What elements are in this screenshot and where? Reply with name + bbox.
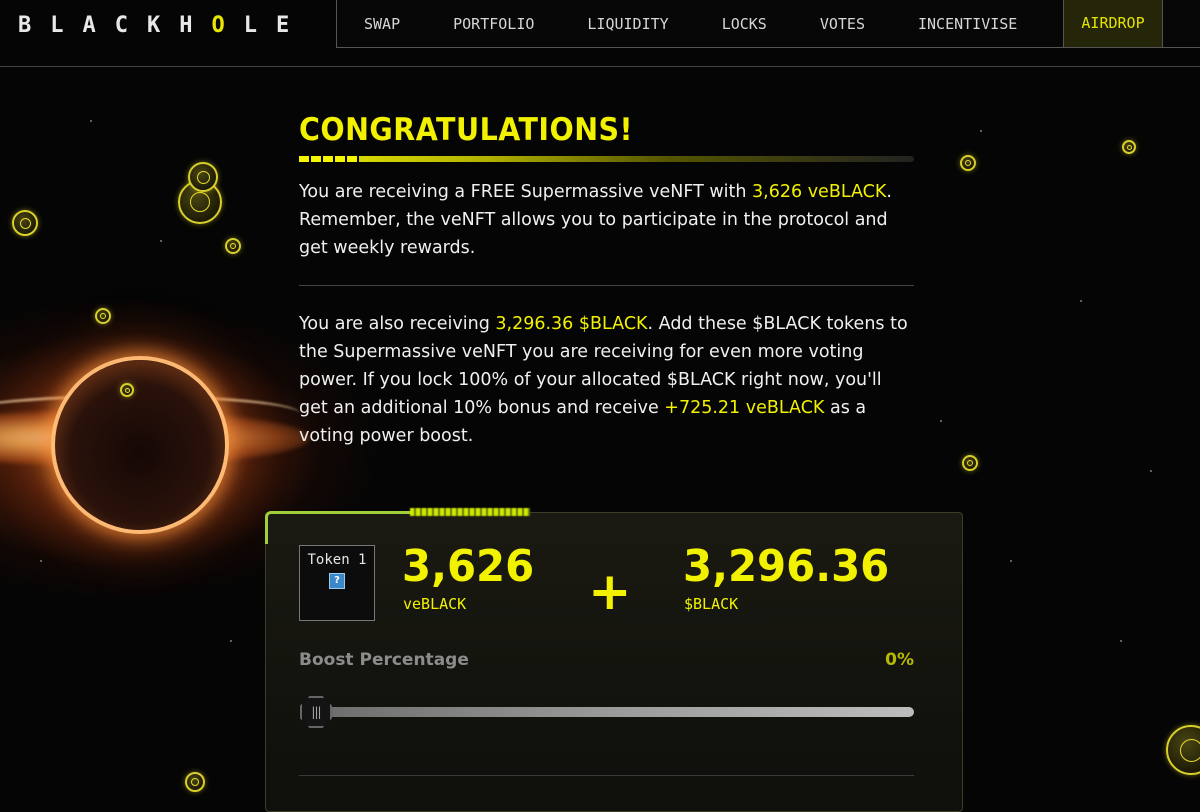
coin-icon xyxy=(960,155,976,171)
title-underline xyxy=(299,156,914,162)
section-divider xyxy=(299,285,914,286)
star xyxy=(980,130,982,132)
nav-liquidity[interactable]: LIQUIDITY xyxy=(587,0,668,48)
star xyxy=(940,420,942,422)
venft-description: You are receiving a FREE Supermassive ve… xyxy=(299,178,914,262)
star xyxy=(1010,560,1012,562)
nav-airdrop[interactable]: AIRDROP xyxy=(1063,0,1163,48)
logo-text-end: LE xyxy=(243,12,309,38)
coin-icon xyxy=(962,455,978,471)
black-unit: $BLACK xyxy=(684,595,739,613)
star xyxy=(1150,470,1152,472)
token-placeholder-icon: ? xyxy=(329,573,345,589)
star xyxy=(90,120,92,122)
header-divider xyxy=(0,66,1200,67)
main-nav: SWAP PORTFOLIO LIQUIDITY LOCKS VOTES INC… xyxy=(336,0,1200,48)
nav-portfolio[interactable]: PORTFOLIO xyxy=(453,0,534,48)
venft-amount: 3,626 veBLACK xyxy=(752,182,887,202)
black-text-1: You are also receiving xyxy=(299,314,496,334)
boost-slider-track[interactable] xyxy=(303,707,914,717)
top-header: BLACKH O LE SWAP PORTFOLIO LIQUIDITY LOCKS… xyxy=(0,0,1200,50)
boost-percentage-value: 0% xyxy=(885,650,914,670)
star xyxy=(1120,640,1122,642)
black-amount: 3,296.36 $BLACK xyxy=(495,314,648,334)
black-hole xyxy=(55,360,225,530)
star xyxy=(1080,300,1082,302)
coin-icon xyxy=(188,162,218,192)
black-token-description: You are also receiving 3,296.36 $BLACK. … xyxy=(299,310,914,450)
star xyxy=(160,240,162,242)
nav-incentivise[interactable]: INCENTIVISE xyxy=(918,0,1017,48)
logo-accent: O xyxy=(211,12,244,38)
blackhole-logo[interactable]: BLACKH O LE xyxy=(18,8,308,42)
star xyxy=(40,560,42,562)
black-amount-large: 3,296.36 xyxy=(683,541,890,592)
page-title: CONGRATULATIONS! xyxy=(299,112,634,148)
token-label: Token 1 xyxy=(307,552,367,568)
boost-amount: +725.21 veBLACK xyxy=(664,398,825,418)
coin-icon xyxy=(1166,725,1200,775)
card-glow-edge xyxy=(265,511,418,544)
coin-icon xyxy=(95,308,111,324)
card-divider xyxy=(299,775,914,776)
card-glow-edge xyxy=(410,508,530,516)
venft-amount-large: 3,626 xyxy=(402,541,535,592)
nav-votes[interactable]: VOTES xyxy=(820,0,865,48)
venft-unit: veBLACK xyxy=(403,595,467,613)
airdrop-message: CONGRATULATIONS! You are receiving a FRE… xyxy=(299,112,914,450)
coin-icon xyxy=(12,210,38,236)
token-card[interactable]: Token 1 ? xyxy=(299,545,375,621)
venft-text-1: You are receiving a FREE Supermassive ve… xyxy=(299,182,753,202)
boost-percentage-label: Boost Percentage xyxy=(299,650,469,670)
coin-icon xyxy=(185,772,205,792)
coin-icon xyxy=(225,238,241,254)
coin-icon xyxy=(1122,140,1136,154)
coin-icon xyxy=(120,383,134,397)
plus-icon: + xyxy=(588,562,632,622)
logo-text: BLACKH xyxy=(18,12,212,38)
nav-locks[interactable]: LOCKS xyxy=(722,0,767,48)
nav-swap[interactable]: SWAP xyxy=(364,0,400,48)
star xyxy=(230,640,232,642)
